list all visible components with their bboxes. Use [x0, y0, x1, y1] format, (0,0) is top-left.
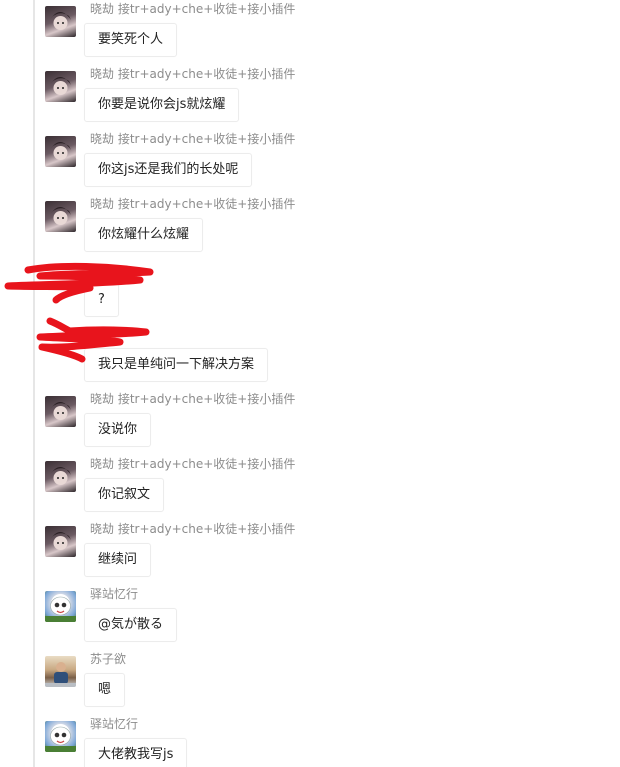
message-bubble[interactable]: 我只是单纯问一下解决方案	[84, 348, 269, 382]
message-bubble[interactable]: 你炫耀什么炫耀	[84, 218, 204, 252]
sender-name: 驿站忆行	[90, 587, 139, 601]
sender-name: 晓劫 接tr+ady+che+收徒+接小插件	[90, 132, 296, 146]
chat-message: 驿站忆行 @気が散る	[45, 587, 605, 656]
sender-name: 驿站忆行	[90, 717, 139, 731]
message-bubble[interactable]: 嗯	[84, 673, 126, 707]
chat-message: 晓劫 接tr+ady+che+收徒+接小插件 你这js还是我们的长处呢	[45, 132, 605, 201]
user-avatar[interactable]	[45, 136, 76, 167]
chat-message: 晓劫 接tr+ady+che+收徒+接小插件 继续问	[45, 522, 605, 591]
sender-name: 晓劫 接tr+ady+che+收徒+接小插件	[90, 67, 296, 81]
chat-message: 晓劫 接tr+ady+che+收徒+接小插件 要笑死个人	[45, 2, 605, 71]
message-bubble[interactable]: 大佬教我写js	[84, 738, 188, 767]
sender-name: 晓劫 接tr+ady+che+收徒+接小插件	[90, 522, 296, 536]
chat-message: ?	[45, 266, 605, 331]
chat-message: 晓劫 接tr+ady+che+收徒+接小插件 你炫耀什么炫耀	[45, 197, 605, 266]
chat-message: 驿站忆行 大佬教我写js	[45, 717, 605, 767]
chat-message: 晓劫 接tr+ady+che+收徒+接小插件 你要是说你会js就炫耀	[45, 67, 605, 136]
user-avatar[interactable]	[45, 591, 76, 622]
user-avatar[interactable]	[45, 526, 76, 557]
sender-name: 晓劫 接tr+ady+che+收徒+接小插件	[90, 392, 296, 406]
message-bubble[interactable]: 你记叙文	[84, 478, 165, 512]
user-avatar[interactable]	[45, 396, 76, 427]
sender-name: 苏子欲	[90, 652, 127, 666]
message-bubble[interactable]: 要笑死个人	[84, 23, 178, 57]
message-bubble[interactable]: 没说你	[84, 413, 152, 447]
chat-message: 晓劫 接tr+ady+che+收徒+接小插件 没说你	[45, 392, 605, 461]
chat-left-rail	[0, 0, 35, 767]
sender-name: 晓劫 接tr+ady+che+收徒+接小插件	[90, 457, 296, 471]
message-bubble[interactable]: 继续问	[84, 543, 152, 577]
user-avatar[interactable]	[45, 656, 76, 687]
sender-name: 晓劫 接tr+ady+che+收徒+接小插件	[90, 2, 296, 16]
user-avatar[interactable]	[45, 461, 76, 492]
user-avatar[interactable]	[45, 6, 76, 37]
message-bubble[interactable]: @気が散る	[84, 608, 178, 642]
message-bubble[interactable]: ?	[84, 283, 119, 317]
chat-message: 我只是单纯问一下解决方案	[45, 331, 605, 396]
user-avatar[interactable]	[45, 201, 76, 232]
message-bubble[interactable]: 你这js还是我们的长处呢	[84, 153, 253, 187]
sender-name: 晓劫 接tr+ady+che+收徒+接小插件	[90, 197, 296, 211]
user-avatar[interactable]	[45, 721, 76, 752]
message-bubble[interactable]: 你要是说你会js就炫耀	[84, 88, 240, 122]
chat-message: 晓劫 接tr+ady+che+收徒+接小插件 你记叙文	[45, 457, 605, 526]
user-avatar[interactable]	[45, 71, 76, 102]
chat-message: 苏子欲 嗯	[45, 652, 605, 721]
